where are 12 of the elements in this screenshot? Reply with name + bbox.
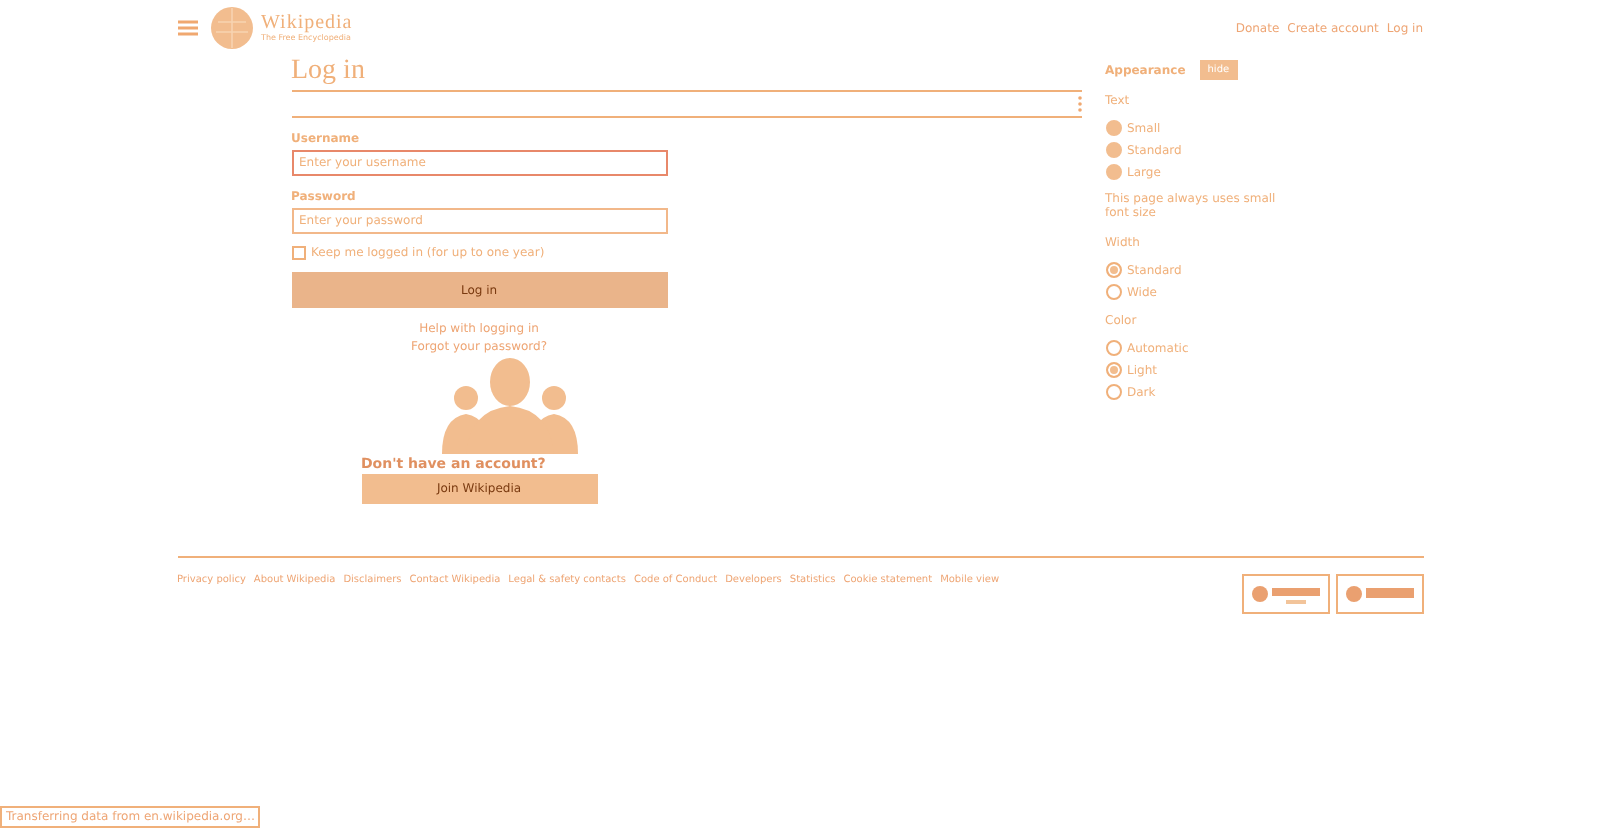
mediawiki-badge-icon[interactable]: [1335, 574, 1423, 614]
radio-button[interactable]: [1105, 284, 1121, 300]
menu-icon[interactable]: [177, 20, 197, 36]
foundation-badge-icon[interactable]: [1241, 574, 1329, 614]
page-title: Log in: [291, 56, 1081, 92]
radio-button[interactable]: [1105, 384, 1121, 400]
logo-title[interactable]: Wikipedia: [261, 14, 353, 34]
radio-button[interactable]: [1105, 362, 1121, 378]
radio-button[interactable]: [1105, 262, 1121, 278]
radio-button[interactable]: [1105, 340, 1121, 356]
globe-logo-icon[interactable]: [209, 6, 253, 50]
checkbox[interactable]: [291, 246, 305, 260]
